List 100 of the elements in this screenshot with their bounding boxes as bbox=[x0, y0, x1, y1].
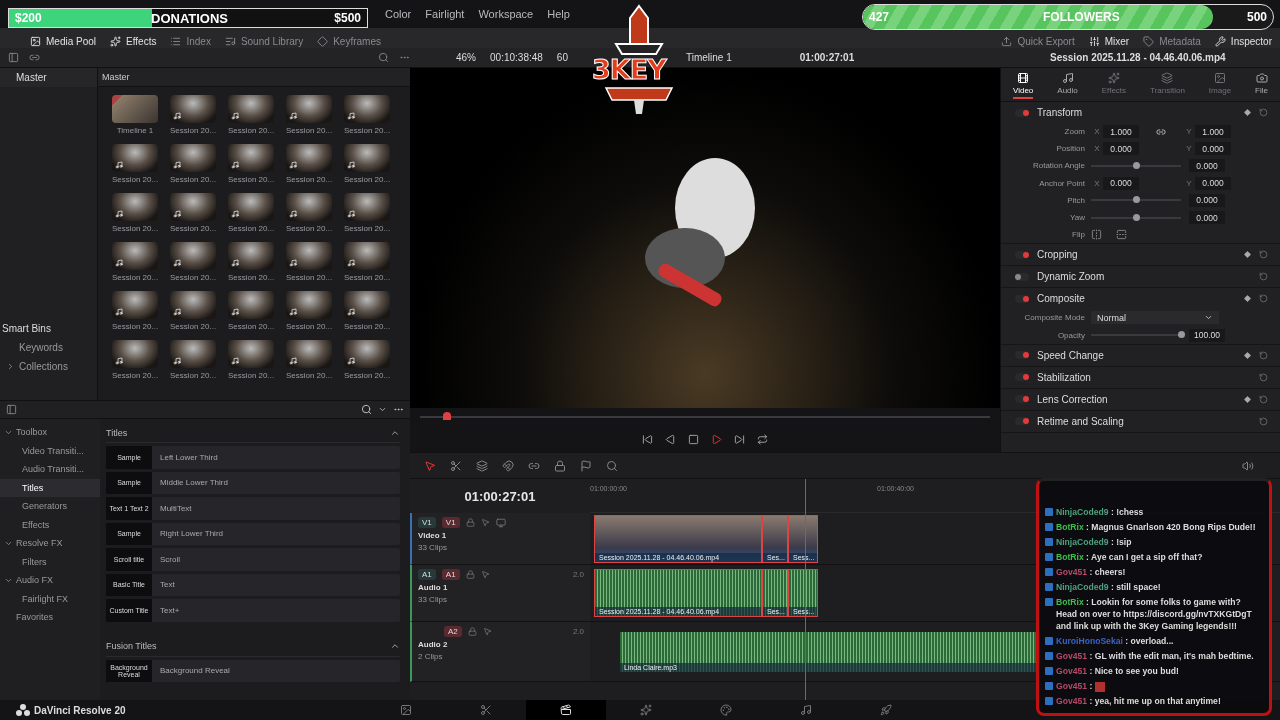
slider-thumb[interactable] bbox=[1178, 331, 1185, 339]
clip-thumbnail[interactable] bbox=[112, 291, 158, 319]
menu-item[interactable]: Fairlight bbox=[425, 8, 465, 20]
source-tag[interactable]: A1 bbox=[441, 569, 460, 580]
value-field[interactable]: 0.000 bbox=[1103, 176, 1139, 190]
tree-item[interactable]: Toolbox bbox=[16, 427, 48, 438]
value-field[interactable]: 0.000 bbox=[1189, 211, 1225, 225]
section-title[interactable]: Cropping bbox=[1037, 249, 1236, 261]
section-title[interactable]: Composite bbox=[1037, 293, 1236, 305]
clip-thumbnail[interactable] bbox=[170, 144, 216, 172]
clip-thumbnail[interactable] bbox=[170, 340, 216, 368]
section-title[interactable]: Lens Correction bbox=[1037, 393, 1236, 405]
bin-item[interactable]: Keywords bbox=[19, 342, 63, 353]
page-button[interactable] bbox=[525, 700, 606, 720]
enable-toggle[interactable] bbox=[1015, 294, 1029, 303]
clip-thumbnail[interactable] bbox=[228, 340, 274, 368]
enable-toggle[interactable] bbox=[1015, 108, 1029, 117]
reset-icon[interactable] bbox=[1259, 350, 1268, 360]
collapse-icon[interactable] bbox=[390, 641, 400, 651]
tree-item[interactable]: Video Transiti... bbox=[0, 441, 100, 460]
clip-thumbnail[interactable] bbox=[170, 193, 216, 221]
inspector-tab[interactable]: File bbox=[1255, 72, 1268, 99]
enable-toggle[interactable] bbox=[1015, 417, 1029, 426]
reset-icon[interactable] bbox=[1259, 372, 1268, 382]
flip-horizontal-icon[interactable] bbox=[1091, 229, 1102, 241]
clip-thumbnail[interactable] bbox=[112, 242, 158, 270]
clip-thumbnail[interactable] bbox=[344, 242, 390, 270]
expand-icon[interactable] bbox=[6, 362, 15, 371]
inspector-tab[interactable]: Video bbox=[1013, 72, 1034, 99]
inspector-tab[interactable]: Audio bbox=[1057, 72, 1078, 99]
clip-thumbnail[interactable] bbox=[228, 95, 274, 123]
section-title[interactable]: Transform bbox=[1037, 107, 1236, 118]
section-title[interactable]: Stabilization bbox=[1037, 371, 1251, 383]
reset-icon[interactable] bbox=[1259, 108, 1268, 117]
source-tag[interactable]: A2 bbox=[444, 626, 462, 637]
clip-thumbnail[interactable] bbox=[228, 193, 274, 221]
value-field[interactable]: 0.000 bbox=[1103, 142, 1139, 156]
keyframe-icon[interactable] bbox=[1244, 395, 1251, 403]
track-tag[interactable]: V1 bbox=[418, 517, 436, 528]
section-title[interactable]: Dynamic Zoom bbox=[1037, 271, 1251, 283]
tree-item[interactable]: Audio Transiti... bbox=[0, 460, 100, 479]
tree-item[interactable]: Titles bbox=[0, 478, 100, 497]
tree-item[interactable]: Filters bbox=[0, 552, 100, 571]
clip-thumbnail[interactable] bbox=[286, 95, 332, 123]
enable-toggle[interactable] bbox=[1015, 395, 1029, 404]
clip-thumbnail[interactable] bbox=[286, 291, 332, 319]
tree-item[interactable]: Favorites bbox=[16, 612, 53, 623]
clip-thumbnail[interactable] bbox=[170, 95, 216, 123]
menu-item[interactable]: Workspace bbox=[478, 8, 534, 20]
enable-toggle[interactable] bbox=[1015, 272, 1029, 281]
slider-thumb[interactable] bbox=[1133, 196, 1140, 204]
clip-thumbnail[interactable] bbox=[112, 144, 158, 172]
clip-thumbnail[interactable] bbox=[344, 144, 390, 172]
clip-thumbnail[interactable] bbox=[286, 242, 332, 270]
value-field[interactable]: 1.000 bbox=[1195, 125, 1231, 139]
track-tag[interactable]: A1 bbox=[418, 569, 436, 580]
zoom-level[interactable]: 46% bbox=[456, 52, 476, 63]
keyframe-icon[interactable] bbox=[1244, 351, 1251, 359]
reset-icon[interactable] bbox=[1259, 416, 1268, 426]
reset-icon[interactable] bbox=[1259, 272, 1268, 282]
slider-thumb[interactable] bbox=[1133, 161, 1140, 169]
toolbar-button[interactable]: Mixer bbox=[1088, 34, 1130, 48]
clip-thumbnail[interactable] bbox=[170, 291, 216, 319]
flip-vertical-icon[interactable] bbox=[1116, 229, 1127, 241]
toolbar-button[interactable]: Inspector bbox=[1214, 34, 1272, 48]
reset-icon[interactable] bbox=[1259, 250, 1268, 260]
clip-thumbnail[interactable] bbox=[112, 340, 158, 368]
slider-thumb[interactable] bbox=[1133, 213, 1140, 221]
enable-toggle[interactable] bbox=[1015, 250, 1029, 259]
bin-item[interactable]: Master bbox=[0, 68, 97, 87]
enable-toggle[interactable] bbox=[1015, 351, 1029, 360]
tree-item[interactable]: Generators bbox=[0, 497, 100, 516]
timeline-thumbnail[interactable] bbox=[112, 95, 158, 123]
clip-thumbnail[interactable] bbox=[344, 340, 390, 368]
clip-thumbnail[interactable] bbox=[344, 193, 390, 221]
value-field[interactable]: 0.000 bbox=[1195, 176, 1231, 190]
source-tag[interactable]: V1 bbox=[441, 517, 460, 528]
section-title[interactable]: Retime and Scaling bbox=[1037, 415, 1251, 427]
tree-item[interactable]: Fairlight FX bbox=[0, 589, 100, 608]
reset-icon[interactable] bbox=[1259, 394, 1268, 404]
tree-item[interactable]: Effects bbox=[0, 515, 100, 534]
clip-thumbnail[interactable] bbox=[286, 193, 332, 221]
link-icon[interactable] bbox=[1156, 126, 1166, 137]
menu-item[interactable]: Color bbox=[385, 8, 412, 20]
clip-thumbnail[interactable] bbox=[228, 242, 274, 270]
playhead-marker[interactable] bbox=[442, 412, 451, 420]
clip-thumbnail[interactable] bbox=[228, 144, 274, 172]
clip-thumbnail[interactable] bbox=[228, 291, 274, 319]
keyframe-icon[interactable] bbox=[1244, 295, 1251, 303]
clip-thumbnail[interactable] bbox=[286, 144, 332, 172]
keyframe-icon[interactable] bbox=[1244, 251, 1251, 259]
clip-thumbnail[interactable] bbox=[170, 242, 216, 270]
section-title[interactable]: Speed Change bbox=[1037, 349, 1236, 361]
toolbar-button[interactable]: Effects bbox=[110, 34, 157, 48]
mode-dropdown[interactable]: Normal bbox=[1091, 311, 1219, 325]
timeline-name[interactable]: Timeline 1 bbox=[685, 52, 732, 63]
panel-toggle-icon[interactable] bbox=[6, 404, 17, 415]
keyframe-icon[interactable] bbox=[1244, 109, 1251, 116]
value-field[interactable]: 100.00 bbox=[1189, 328, 1225, 342]
menu-item[interactable]: Help bbox=[547, 8, 570, 20]
